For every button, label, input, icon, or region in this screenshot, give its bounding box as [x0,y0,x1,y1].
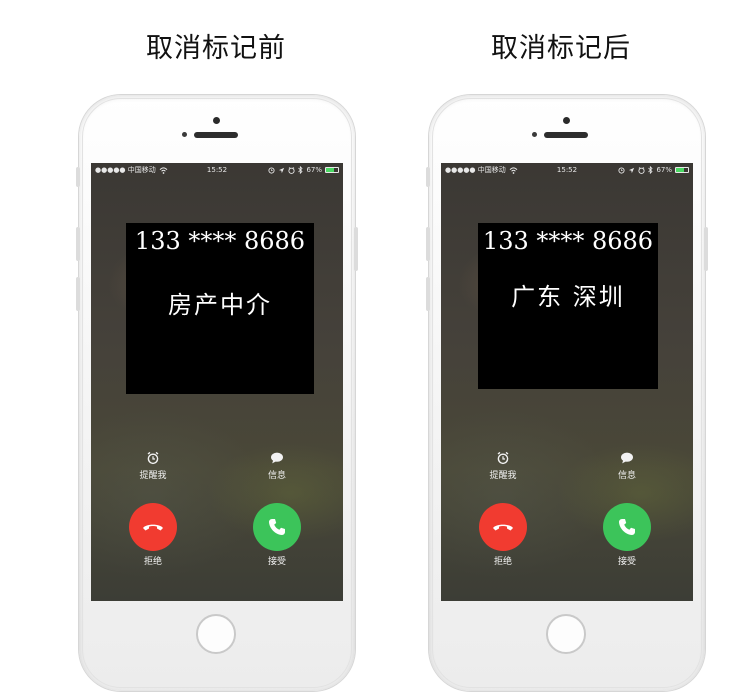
volume-down-button [76,277,80,311]
incoming-call-screen: ●●●●● 中国移动 15:52 67% 133 **** 8686 广东 深圳… [441,163,693,601]
decline-call-button[interactable] [479,503,527,551]
remind-me-button[interactable]: 提醒我 [478,451,528,481]
proximity-sensor [182,132,187,137]
phone-before: ●●●●● 中国移动 15:52 67% 133 **** 8686 房产中介 … [76,95,358,691]
bluetooth-icon [298,166,304,174]
volume-up-button [76,227,80,261]
decline-label: 拒绝 [493,557,512,567]
battery-percent: 67% [306,166,322,174]
phone-icon [619,519,635,535]
phone-after: ●●●●● 中国移动 15:52 67% 133 **** 8686 广东 深圳… [426,95,708,691]
wifi-icon [159,166,168,174]
alarm-icon [268,166,275,174]
wifi-icon [509,166,518,174]
message-button[interactable]: 信息 [252,451,302,481]
power-button [354,227,358,271]
decline-call-button[interactable] [129,503,177,551]
earpiece-speaker [194,132,238,138]
remind-me-label: 提醒我 [139,471,167,481]
bluetooth-icon [648,166,654,174]
panel-title-before: 取消标记前 [146,33,286,64]
front-camera [563,117,570,124]
battery-icon [325,167,339,173]
remind-me-label: 提醒我 [489,471,517,481]
location-icon [629,167,635,173]
mute-switch [426,167,430,187]
home-button[interactable] [546,614,586,654]
carrier-label: ●●●●● 中国移动 [445,166,506,174]
message-icon [621,452,633,464]
caller-info-block: 133 **** 8686 广东 深圳 [478,223,658,389]
accept-label: 接受 [267,557,286,567]
alarm-icon [618,166,625,174]
alarm-clock-icon [497,451,509,465]
panel-title-after: 取消标记后 [491,33,631,64]
volume-up-button [426,227,430,261]
accept-label: 接受 [617,557,636,567]
status-bar: ●●●●● 中国移动 15:52 67% [91,163,343,177]
carrier-label: ●●●●● 中国移动 [95,166,156,174]
home-button[interactable] [196,614,236,654]
caller-number: 133 **** 8686 [134,227,306,255]
caller-tag: 房产中介 [168,291,272,319]
clock-icon [638,166,645,174]
remind-me-button[interactable]: 提醒我 [128,451,178,481]
caller-info-block: 133 **** 8686 房产中介 [126,223,314,394]
earpiece-speaker [544,132,588,138]
message-icon [271,452,283,464]
mute-switch [76,167,80,187]
message-label: 信息 [617,471,636,481]
status-bar: ●●●●● 中国移动 15:52 67% [441,163,693,177]
battery-fill [676,168,685,172]
phone-hangup-icon [143,524,163,531]
message-button[interactable]: 信息 [602,451,652,481]
battery-percent: 67% [656,166,672,174]
incoming-call-screen: ●●●●● 中国移动 15:52 67% 133 **** 8686 房产中介 … [91,163,343,601]
phone-hangup-icon [493,524,513,531]
accept-call-button[interactable] [253,503,301,551]
accept-call-button[interactable] [603,503,651,551]
battery-fill [326,168,335,172]
caller-location: 广东 深圳 [511,283,625,311]
volume-down-button [426,277,430,311]
location-icon [279,167,285,173]
decline-label: 拒绝 [143,557,162,567]
power-button [704,227,708,271]
phone-icon [269,519,285,535]
clock-icon [288,166,295,174]
message-label: 信息 [267,471,286,481]
battery-icon [675,167,689,173]
caller-number: 133 **** 8686 [482,227,654,255]
alarm-clock-icon [147,451,159,465]
front-camera [213,117,220,124]
proximity-sensor [532,132,537,137]
